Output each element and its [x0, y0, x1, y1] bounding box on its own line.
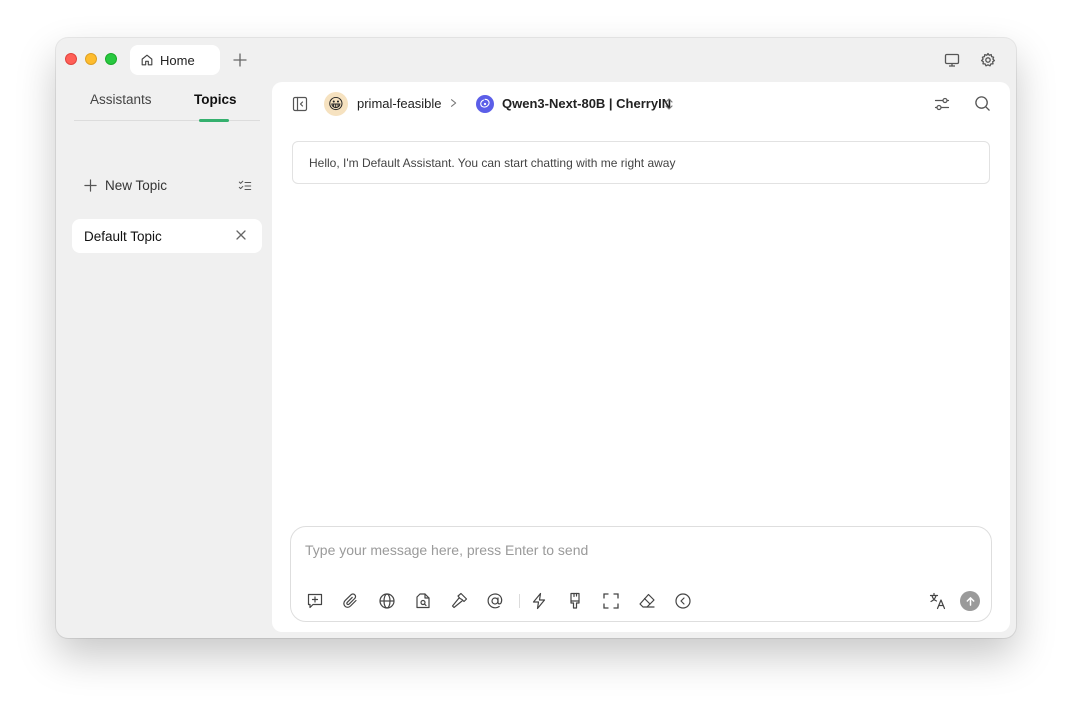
toolbar-divider [519, 594, 520, 608]
assistant-greeting: Hello, I'm Default Assistant. You can st… [292, 141, 990, 184]
message-composer [290, 526, 992, 622]
file-search-icon [414, 592, 432, 610]
new-topic-label: New Topic [105, 178, 168, 193]
collapse-tools-button[interactable] [673, 591, 693, 611]
expand-icon [602, 592, 620, 610]
tab-home-label: Home [160, 52, 195, 68]
home-icon [140, 53, 154, 67]
settings-button[interactable] [980, 52, 996, 68]
topic-item[interactable]: Default Topic [72, 219, 262, 253]
tab-assistants[interactable]: Assistants [90, 92, 152, 107]
sidebar-toggle-icon [292, 96, 308, 112]
new-topic-tool-button[interactable] [305, 591, 325, 611]
tab-home[interactable]: Home [130, 45, 220, 75]
mcp-tools-button[interactable] [449, 591, 469, 611]
topic-list-options-button[interactable] [238, 179, 252, 193]
topic-label: Default Topic [84, 228, 162, 244]
app-window: Home Assistants Topics New Topic Default… [56, 38, 1016, 638]
message-input[interactable] [305, 539, 905, 561]
plus-icon [84, 179, 97, 192]
new-topic-icon [306, 592, 324, 610]
close-window-button[interactable] [65, 53, 77, 65]
web-search-button[interactable] [377, 591, 397, 611]
new-topic-button[interactable]: New Topic [84, 178, 167, 193]
active-tab-indicator [199, 119, 229, 122]
arrow-up-icon [965, 596, 976, 607]
minimize-window-button[interactable] [85, 53, 97, 65]
maximize-window-button[interactable] [105, 53, 117, 65]
sliders-icon [934, 96, 950, 112]
send-button[interactable] [960, 591, 980, 611]
at-icon [486, 592, 504, 610]
chevron-left-circle-icon [674, 592, 692, 610]
gear-icon [980, 52, 996, 68]
search-button[interactable] [974, 95, 991, 112]
globe-icon [378, 592, 396, 610]
quick-phrases-button[interactable] [529, 591, 549, 611]
mini-window-button[interactable] [944, 52, 960, 68]
sidebar: Assistants Topics New Topic Default Topi… [56, 82, 272, 638]
translate-icon [929, 592, 947, 610]
checklist-icon [238, 179, 252, 193]
tab-topics[interactable]: Topics [194, 92, 237, 107]
mention-model-button[interactable] [485, 591, 505, 611]
eraser-icon [638, 592, 656, 610]
hammer-icon [450, 592, 468, 610]
model-logo-icon [476, 95, 494, 113]
tab-divider [74, 120, 260, 121]
model-selector[interactable]: Qwen3-Next-80B | CherryIN [502, 96, 671, 111]
translate-button[interactable] [928, 591, 948, 611]
attachment-button[interactable] [341, 591, 361, 611]
knowledge-base-button[interactable] [413, 591, 433, 611]
toggle-sidebar-button[interactable] [292, 96, 308, 112]
lightning-icon [530, 592, 548, 610]
assistant-name[interactable]: primal-feasible [357, 96, 442, 111]
chat-settings-button[interactable] [934, 96, 950, 112]
chevron-right-icon [449, 95, 459, 111]
new-tab-button[interactable] [232, 52, 248, 68]
search-icon [974, 95, 991, 112]
clear-messages-button[interactable] [637, 591, 657, 611]
close-icon[interactable] [234, 228, 248, 242]
plus-icon [232, 52, 248, 68]
monitor-icon [944, 52, 960, 68]
brush-icon [566, 592, 584, 610]
clear-context-button[interactable] [565, 591, 585, 611]
attachment-icon [342, 592, 360, 610]
chat-panel: 😀 primal-feasible Qwen3-Next-80B | Cherr… [272, 82, 1010, 632]
chevron-updown-icon[interactable] [664, 96, 674, 112]
expand-input-button[interactable] [601, 591, 621, 611]
avatar[interactable]: 😀 [324, 92, 348, 116]
title-bar: Home [56, 38, 1016, 82]
